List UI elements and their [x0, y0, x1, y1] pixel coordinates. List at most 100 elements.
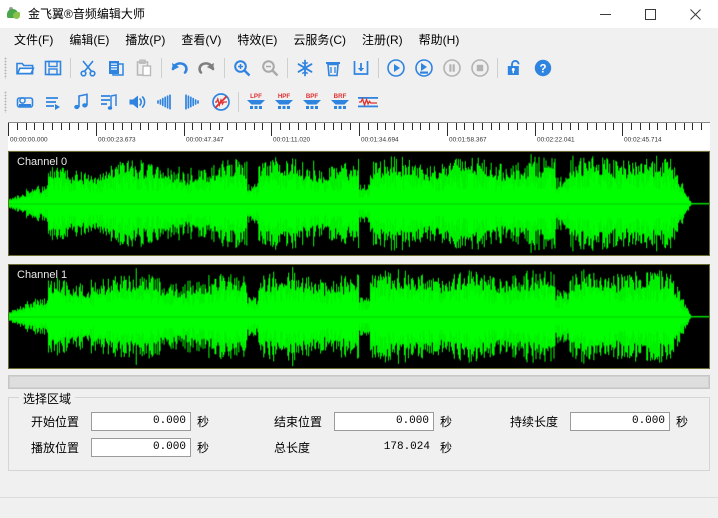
bandpass-filter-icon[interactable]: BPF: [298, 88, 326, 116]
ruler-tick-minor: [17, 123, 18, 130]
duration-input[interactable]: 0.000: [570, 411, 670, 431]
scrollbar-thumb[interactable]: [9, 376, 709, 388]
menu-cloud[interactable]: 云服务(C): [285, 30, 354, 50]
ruler-tick-minor: [499, 123, 500, 130]
ruler-tick-minor: [570, 123, 571, 130]
bandreject-filter-icon[interactable]: BRF: [326, 88, 354, 116]
ruler-tick-minor: [140, 123, 141, 130]
ruler-tick-minor: [341, 123, 342, 130]
ruler-tick-minor: [587, 123, 588, 130]
ruler-tick-minor: [657, 123, 658, 130]
start-position-unit: 秒: [197, 414, 210, 429]
close-button[interactable]: [673, 0, 718, 28]
horizontal-scrollbar[interactable]: [8, 375, 710, 389]
waveform-canvas-0[interactable]: [9, 152, 709, 255]
ruler-tick-minor: [306, 123, 307, 130]
ruler-tick-minor: [192, 123, 193, 130]
undo-arrow-icon[interactable]: [165, 54, 193, 82]
open-folder-icon[interactable]: [11, 54, 39, 82]
menu-view[interactable]: 查看(V): [173, 30, 229, 50]
total-length-unit: 秒: [440, 440, 453, 455]
ruler-tick-minor: [526, 123, 527, 130]
toolbar-grip[interactable]: [4, 91, 7, 113]
ruler-time-label: 00:02:22.041: [537, 137, 575, 144]
ruler-tick-minor: [543, 123, 544, 130]
ruler-tick-minor: [596, 123, 597, 130]
ruler-tick-minor: [517, 123, 518, 130]
toolbar-separator: [378, 58, 379, 78]
play-selection-icon[interactable]: [410, 54, 438, 82]
insert-file-icon[interactable]: [347, 54, 375, 82]
ruler-tick-minor: [298, 123, 299, 130]
lowpass-filter-icon[interactable]: LPF: [242, 88, 270, 116]
total-length-value: 178.024: [383, 440, 430, 453]
toolbar-grip[interactable]: [4, 57, 7, 79]
fade-in-icon[interactable]: [151, 88, 179, 116]
pause-icon: [438, 54, 466, 82]
cut-scissors-icon[interactable]: [74, 54, 102, 82]
start-position-input[interactable]: 0.000: [91, 411, 191, 431]
ruler-tick-major: [8, 123, 9, 136]
waveform-channel-1[interactable]: Channel 1: [8, 264, 710, 369]
help-question-icon[interactable]: ?: [529, 54, 557, 82]
zoom-in-icon[interactable]: [228, 54, 256, 82]
minimize-button[interactable]: [583, 0, 628, 28]
status-bar: [0, 497, 718, 518]
toolbar-separator: [287, 58, 288, 78]
noise-reduction-icon[interactable]: [207, 88, 235, 116]
volume-speaker-icon[interactable]: [123, 88, 151, 116]
maximize-button[interactable]: [628, 0, 673, 28]
menu-register[interactable]: 注册(R): [354, 30, 411, 50]
fade-out-icon[interactable]: [179, 88, 207, 116]
toolbar-separator: [224, 58, 225, 78]
ruler-tick-minor: [403, 123, 404, 130]
waveform-channel-0[interactable]: Channel 0: [8, 151, 710, 256]
selection-panel: 选择区域 开始位置 0.000 秒 结束位置 0.000 秒 持续长度 0.00…: [0, 390, 718, 497]
play-icon[interactable]: [382, 54, 410, 82]
toolbar-separator: [497, 58, 498, 78]
convert-format-icon[interactable]: [39, 88, 67, 116]
horizontal-scrollbar-area: [0, 369, 718, 393]
selection-groupbox: 选择区域 开始位置 0.000 秒 结束位置 0.000 秒 持续长度 0.00…: [8, 390, 710, 471]
menu-help[interactable]: 帮助(H): [411, 30, 468, 50]
ruler-tick-minor: [122, 123, 123, 130]
music-note-icon[interactable]: [67, 88, 95, 116]
mix-snowflake-icon[interactable]: [291, 54, 319, 82]
redo-arrow-icon[interactable]: [193, 54, 221, 82]
menu-play[interactable]: 播放(P): [117, 30, 173, 50]
record-icon[interactable]: [11, 88, 39, 116]
svg-text:BPF: BPF: [306, 93, 319, 100]
save-icon[interactable]: [39, 54, 67, 82]
svg-text:HPF: HPF: [278, 93, 291, 100]
menu-edit[interactable]: 编辑(E): [61, 30, 117, 50]
play-position-input[interactable]: 0.000: [91, 437, 191, 457]
window-title: 金飞翼®音频编辑大师: [28, 7, 145, 21]
menu-file[interactable]: 文件(F): [6, 30, 61, 50]
ruler-tick-minor: [87, 123, 88, 130]
equalizer-icon[interactable]: [354, 88, 382, 116]
delete-trash-icon[interactable]: [319, 54, 347, 82]
paste-icon: [130, 54, 158, 82]
end-position-unit: 秒: [440, 414, 453, 429]
ruler-tick-minor: [333, 123, 334, 130]
highpass-filter-icon[interactable]: HPF: [270, 88, 298, 116]
ruler-tick-minor: [552, 123, 553, 130]
ruler-time-label: 00:00:00.000: [10, 137, 48, 144]
ruler-tick-minor: [456, 123, 457, 130]
toolbar-effects: LPF HPF BPF BRF: [0, 85, 718, 119]
unlock-padlock-icon[interactable]: [501, 54, 529, 82]
ruler-tick-minor: [464, 123, 465, 130]
ruler-tick-minor: [69, 123, 70, 130]
end-position-input[interactable]: 0.000: [334, 411, 434, 431]
timeline-ruler[interactable]: 00:00:00.000 00:00:23.673 00:00:47.347 00:0…: [8, 122, 710, 150]
ruler-tick-minor: [605, 123, 606, 130]
playlist-note-icon[interactable]: [95, 88, 123, 116]
waveform-canvas-1[interactable]: [9, 265, 709, 368]
ruler-tick-minor: [148, 123, 149, 130]
menu-bar: 文件(F) 编辑(E) 播放(P) 查看(V) 特效(E) 云服务(C) 注册(…: [0, 29, 718, 51]
window-controls: [583, 0, 718, 28]
ruler-tick-minor: [280, 123, 281, 130]
svg-text:LPF: LPF: [250, 93, 262, 100]
menu-effects[interactable]: 特效(E): [229, 30, 285, 50]
copy-icon[interactable]: [102, 54, 130, 82]
